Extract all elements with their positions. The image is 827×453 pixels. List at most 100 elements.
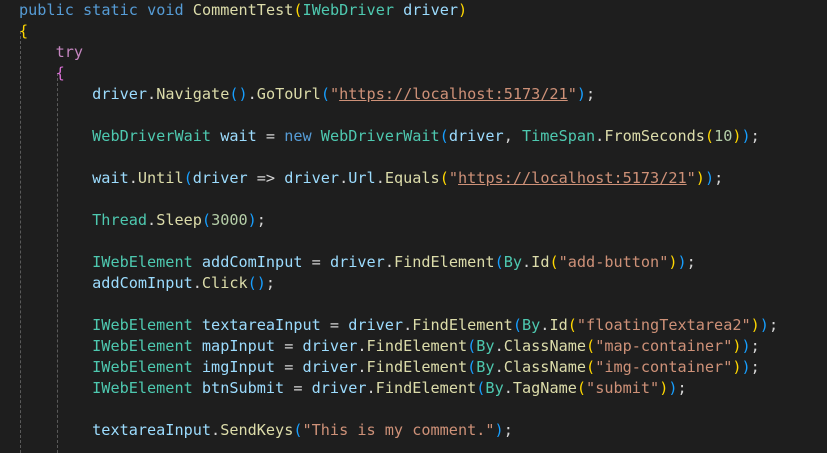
code-token: ( [549, 253, 559, 271]
code-token: SendKeys [220, 421, 294, 439]
code-line[interactable]: Thread.Sleep(3000); [19, 210, 266, 231]
code-token: https://localhost:5173/21 [339, 85, 568, 103]
code-token: GoToUrl [256, 85, 321, 103]
code-token: ) [741, 337, 751, 355]
code-token: = [302, 253, 330, 271]
code-token: . [357, 337, 367, 355]
code-token: ) [668, 253, 678, 271]
code-token: ( [586, 358, 596, 376]
code-token: . [339, 169, 349, 187]
code-token: FindElement [366, 358, 468, 376]
code-token: Id [549, 316, 568, 334]
code-token: By [503, 253, 523, 271]
code-token: = [275, 337, 303, 355]
code-line[interactable]: IWebElement btnSubmit = driver.FindEleme… [19, 378, 687, 399]
code-line[interactable]: public static void CommentTest(IWebDrive… [19, 0, 467, 21]
code-token: driver [348, 316, 404, 334]
code-token: ) [576, 85, 587, 103]
code-token: ( [704, 127, 715, 145]
code-token: ) [759, 316, 769, 334]
code-token: textareaInput [92, 421, 212, 439]
code-line[interactable]: IWebElement mapInput = driver.FindElemen… [19, 336, 760, 357]
code-token: . [494, 358, 504, 376]
code-token: By [476, 358, 495, 376]
code-token: ClassName [503, 358, 587, 376]
code-token: ) [750, 316, 760, 334]
code-token: ) [704, 169, 715, 187]
code-token: driver [403, 1, 459, 19]
code-token: ( [467, 337, 477, 355]
code-token: static [83, 1, 138, 19]
code-token: CommentTest [192, 1, 294, 19]
code-token: . [375, 169, 385, 187]
code-token: ( [439, 127, 449, 145]
code-token: "This is my comment." [302, 421, 495, 439]
code-token: . [503, 379, 513, 397]
code-token: FindElement [366, 337, 468, 355]
code-token: . [384, 253, 394, 271]
code-token: " [686, 169, 696, 187]
code-token: " [448, 169, 459, 187]
code-line[interactable]: IWebElement imgInput = driver.FindElemen… [19, 357, 760, 378]
code-token: ) [668, 379, 678, 397]
code-token: ; [686, 253, 696, 271]
code-token: = [320, 316, 349, 334]
code-line[interactable]: WebDriverWait wait = new WebDriverWait(d… [19, 126, 760, 147]
code-line[interactable]: { [19, 21, 28, 42]
code-token: "floatingTextarea2" [576, 316, 751, 334]
code-token: WebDriverWait [320, 127, 440, 145]
code-line[interactable]: IWebElement textareaInput = driver.FindE… [19, 315, 778, 336]
code-line[interactable]: driver.Navigate().GoToUrl("https://local… [19, 84, 595, 105]
code-token: ) [677, 253, 687, 271]
code-token: . [357, 358, 367, 376]
code-token: . [147, 85, 157, 103]
code-token: ; [750, 127, 760, 145]
code-token: WebDriverWait [92, 127, 212, 145]
code-line[interactable]: textareaInput.SendKeys("This is my comme… [19, 420, 513, 441]
code-token: () [229, 85, 248, 103]
code-token: . [403, 316, 413, 334]
code-token: Url [348, 169, 376, 187]
code-token: ) [458, 1, 468, 19]
code-token: ( [512, 316, 522, 334]
code-editor[interactable]: public static void CommentTest(IWebDrive… [0, 0, 827, 453]
code-token: "submit" [586, 379, 660, 397]
code-token: IWebElement [92, 358, 193, 376]
code-token: ) [732, 127, 742, 145]
code-line[interactable]: wait.Until(driver => driver.Url.Equals("… [19, 168, 723, 189]
code-line[interactable]: { [19, 63, 65, 84]
code-token: wait [220, 127, 257, 145]
code-token: try [55, 43, 84, 61]
code-token: . [366, 379, 376, 397]
code-token: Equals [384, 169, 440, 187]
code-token: . [494, 337, 504, 355]
code-token: ) [741, 127, 751, 145]
code-line[interactable]: addComInput.Click(); [19, 273, 275, 294]
code-token: ; [503, 421, 513, 439]
code-token: . [247, 85, 257, 103]
code-token: ( [586, 337, 596, 355]
code-token: Sleep [156, 211, 202, 229]
code-token: Click [201, 274, 248, 292]
code-token: driver [284, 169, 340, 187]
code-token: { [55, 64, 65, 82]
code-line[interactable]: IWebElement addComInput = driver.FindEle… [19, 252, 696, 273]
code-line[interactable]: try [19, 42, 83, 63]
code-token: ) [732, 337, 742, 355]
code-token: ( [183, 169, 193, 187]
code-token: { [19, 22, 29, 40]
code-token: addComInput [201, 253, 303, 271]
code-token: 10 [714, 127, 733, 145]
code-token: Navigate [156, 85, 230, 103]
code-token: IWebElement [92, 379, 193, 397]
